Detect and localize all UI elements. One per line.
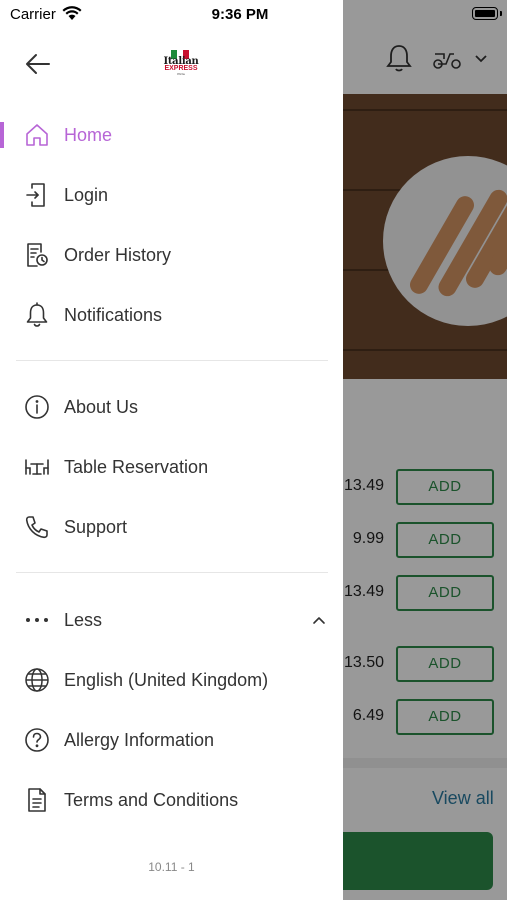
- back-arrow-icon[interactable]: [22, 48, 54, 80]
- home-icon: [26, 124, 48, 146]
- menu-divider: [16, 572, 328, 573]
- menu-label: Table Reservation: [64, 457, 209, 477]
- menu-item-login[interactable]: Login: [0, 165, 343, 225]
- logo-subtext: EXPRESS: [164, 65, 198, 72]
- order-history-icon: [27, 243, 48, 267]
- menu-item-language[interactable]: English (United Kingdom): [0, 650, 343, 710]
- menu-label: Login: [64, 185, 109, 205]
- menu-item-support[interactable]: Support: [0, 497, 343, 557]
- login-icon: [26, 183, 45, 207]
- battery-tip: [500, 11, 502, 16]
- more-dots-icon: [26, 618, 48, 622]
- menu-item-table-reservation[interactable]: Table Reservation: [0, 437, 343, 497]
- clock: 9:36 PM: [211, 6, 269, 23]
- question-icon: [25, 728, 49, 752]
- menu-label: Order History: [64, 245, 172, 265]
- status-bar: Carrier 9:36 PM: [0, 0, 507, 28]
- phone-icon: [25, 516, 48, 539]
- menu-label: English (United Kingdom): [64, 670, 269, 690]
- menu-label: Home: [64, 125, 113, 145]
- navigation-drawer: Italian EXPRESS Pizza Home Login Order H…: [0, 0, 343, 900]
- menu-label: Allergy Information: [64, 730, 215, 750]
- menu-item-allergy-information[interactable]: Allergy Information: [0, 710, 343, 770]
- menu-label: Terms and Conditions: [64, 790, 239, 810]
- active-indicator: [0, 122, 4, 148]
- menu-item-terms-and-conditions[interactable]: Terms and Conditions: [0, 770, 343, 830]
- document-icon: [28, 788, 46, 812]
- table-icon: [25, 459, 49, 475]
- bell-icon: [26, 302, 48, 327]
- menu-item-about-us[interactable]: About Us: [0, 377, 343, 437]
- globe-icon: [25, 668, 49, 692]
- menu-item-order-history[interactable]: Order History: [0, 225, 343, 285]
- menu-label: Notifications: [64, 305, 163, 325]
- menu-divider: [16, 360, 328, 361]
- menu-item-notifications[interactable]: Notifications: [0, 285, 343, 345]
- brand-logo: Italian EXPRESS Pizza: [157, 50, 205, 78]
- menu-label: About Us: [64, 397, 139, 417]
- menu-label: Less: [64, 610, 103, 630]
- info-icon: [25, 395, 49, 419]
- menu-label: Support: [64, 517, 128, 537]
- app-version: 10.11 - 1: [148, 860, 195, 874]
- battery-icon: [472, 7, 498, 20]
- menu-toggle-less[interactable]: Less: [0, 590, 343, 650]
- menu-item-home[interactable]: Home: [0, 105, 343, 165]
- chevron-up-icon: [313, 617, 325, 624]
- logo-tagline: Pizza: [177, 72, 185, 76]
